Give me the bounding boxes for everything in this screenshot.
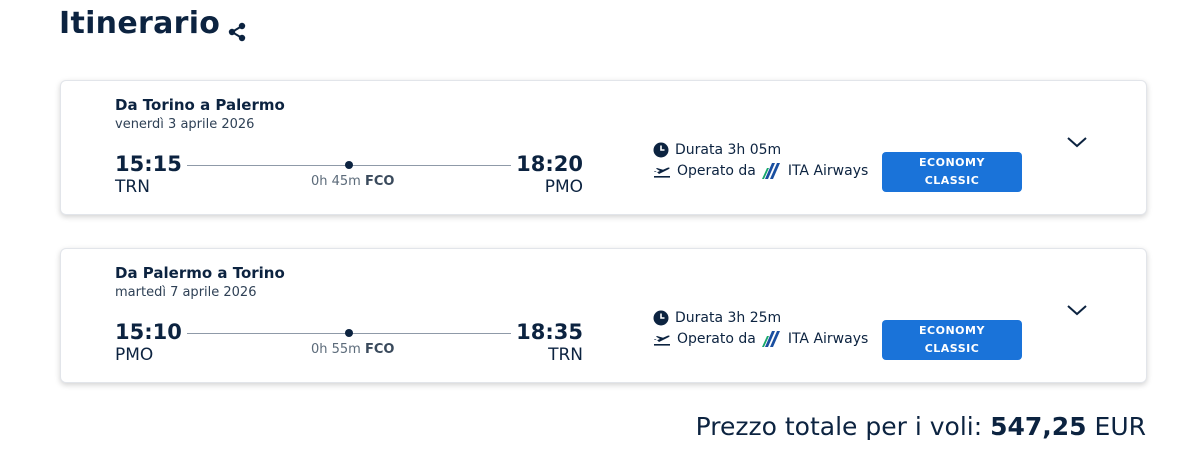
layover-duration: 0h 45m	[311, 174, 361, 189]
fare-class-line2: CLASSIC	[924, 174, 980, 187]
ita-airways-logo-icon	[761, 163, 780, 179]
stop-info: 0h 55m FCO	[311, 342, 394, 357]
stop-dot-icon	[345, 161, 353, 169]
stop-airport: FCO	[365, 342, 395, 357]
route-title: Da Torino a Palermo	[115, 96, 285, 114]
duration-text: Durata 3h 05m	[675, 142, 782, 158]
airline-name: ITA Airways	[787, 331, 869, 347]
total-price: Prezzo totale per i voli: 547,25 EUR	[696, 412, 1146, 441]
departure-time: 15:15	[115, 152, 182, 176]
arrival-airport: TRN	[548, 345, 583, 365]
departure-time: 15:10	[115, 320, 182, 344]
departure-airport: TRN	[115, 177, 150, 197]
page-title: Itinerario	[59, 6, 221, 41]
duration-row: Durata 3h 25m	[653, 310, 781, 326]
arrival-time: 18:35	[516, 320, 583, 344]
share-icon[interactable]	[226, 21, 248, 43]
operated-by-label: Operato da	[677, 163, 756, 179]
arrival-time: 18:20	[516, 152, 583, 176]
departure-airport: PMO	[115, 345, 154, 365]
plane-takeoff-icon	[654, 335, 670, 346]
stop-info: 0h 45m FCO	[311, 174, 394, 189]
flight-card-outbound: Da Torino a Palermo venerdì 3 aprile 202…	[60, 80, 1147, 215]
airline-name: ITA Airways	[787, 163, 869, 179]
chevron-down-icon[interactable]	[1065, 301, 1089, 319]
clock-icon	[653, 310, 669, 326]
total-price-amount: 547,25	[990, 412, 1087, 441]
operated-by-label: Operato da	[677, 331, 756, 347]
arrival-airport: PMO	[544, 177, 583, 197]
flight-card-return: Da Palermo a Torino martedì 7 aprile 202…	[60, 248, 1147, 383]
fare-class-line2: CLASSIC	[924, 342, 980, 355]
fare-class-button[interactable]: ECONOMY CLASSIC	[882, 320, 1022, 360]
ita-airways-logo-icon	[761, 331, 780, 347]
plane-takeoff-icon	[654, 167, 670, 178]
operator-row: Operato da ITA Airways	[653, 163, 868, 179]
duration-text: Durata 3h 25m	[675, 310, 782, 326]
clock-icon	[653, 142, 669, 158]
fare-class-line1: ECONOMY	[919, 156, 985, 169]
stop-dot-icon	[345, 329, 353, 337]
route-title: Da Palermo a Torino	[115, 264, 285, 282]
layover-duration: 0h 55m	[311, 342, 361, 357]
stop-airport: FCO	[365, 174, 395, 189]
duration-row: Durata 3h 05m	[653, 142, 781, 158]
fare-class-line1: ECONOMY	[919, 324, 985, 337]
flight-date: martedì 7 aprile 2026	[115, 285, 257, 300]
fare-class-button[interactable]: ECONOMY CLASSIC	[882, 152, 1022, 192]
total-price-currency: EUR	[1094, 412, 1146, 441]
chevron-down-icon[interactable]	[1065, 133, 1089, 151]
operator-row: Operato da ITA Airways	[653, 331, 868, 347]
flight-date: venerdì 3 aprile 2026	[115, 117, 255, 132]
total-price-label: Prezzo totale per i voli:	[695, 412, 983, 441]
